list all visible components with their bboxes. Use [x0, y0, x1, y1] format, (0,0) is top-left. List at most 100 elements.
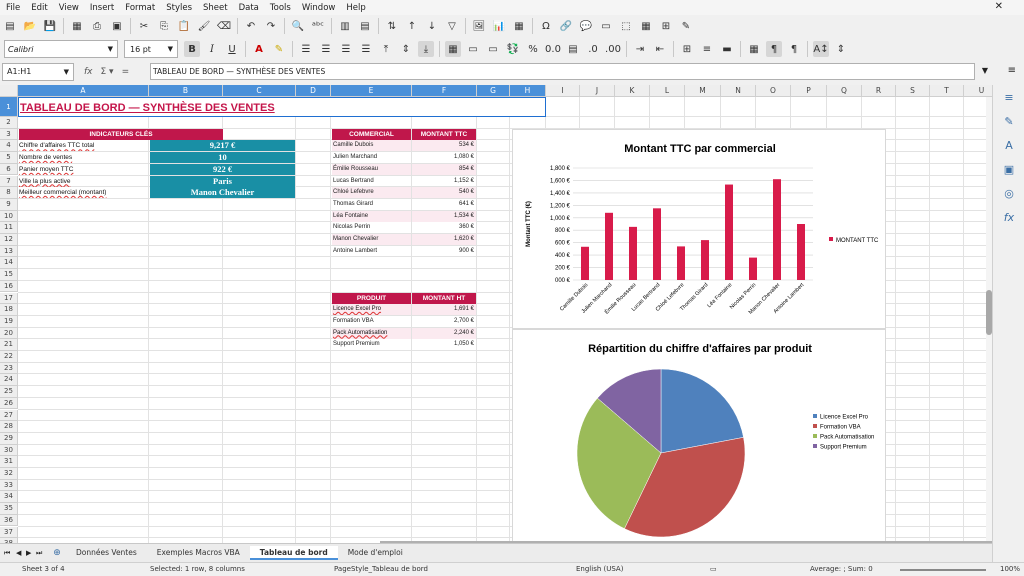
- special-character-icon[interactable]: Ω: [538, 18, 554, 34]
- functions-icon[interactable]: fx: [1001, 211, 1017, 227]
- row-header[interactable]: 8: [0, 187, 18, 199]
- row-header[interactable]: 1: [0, 97, 18, 117]
- commercial-amount[interactable]: 900 €: [412, 246, 476, 257]
- row-header[interactable]: 7: [0, 175, 18, 188]
- properties-icon[interactable]: ✎: [1001, 115, 1017, 131]
- commercial-name[interactable]: Julien Marchand: [332, 152, 411, 163]
- close-icon[interactable]: ✕: [995, 1, 1003, 12]
- commercial-amount[interactable]: 1,152 €: [412, 176, 476, 187]
- column-icon[interactable]: ▤: [357, 18, 373, 34]
- commercial-name[interactable]: Thomas Girard: [332, 199, 411, 210]
- commercial-name[interactable]: Antoine Lambert: [332, 246, 411, 257]
- menu-item[interactable]: Sheet: [203, 3, 228, 13]
- row-header[interactable]: 32: [0, 468, 18, 480]
- row-header[interactable]: 28: [0, 421, 18, 433]
- menu-item[interactable]: Format: [125, 3, 155, 13]
- align-center-icon[interactable]: ☰: [318, 41, 334, 57]
- sheet-tab[interactable]: Tableau de bord: [249, 546, 338, 560]
- commercial-name[interactable]: Léa Fontaine: [332, 210, 411, 222]
- bold-icon[interactable]: B: [184, 41, 200, 57]
- text-direction-icon[interactable]: A↕: [813, 41, 829, 57]
- row-header[interactable]: 14: [0, 257, 18, 270]
- last-sheet-icon[interactable]: ⏭: [36, 549, 48, 558]
- sort-icon[interactable]: ⇅: [384, 18, 400, 34]
- align-right-icon[interactable]: ☰: [338, 41, 354, 57]
- row-header[interactable]: 5: [0, 152, 18, 164]
- row-header[interactable]: 30: [0, 444, 18, 457]
- right-to-left-icon[interactable]: ¶: [786, 41, 802, 57]
- column-header[interactable]: R: [862, 85, 896, 97]
- chart-icon[interactable]: 📊: [491, 18, 507, 34]
- row-header[interactable]: 27: [0, 409, 18, 422]
- bar-chart[interactable]: Montant TTC par commercial 000 € 200 € 400 …: [512, 129, 886, 329]
- kpi-value[interactable]: 9,217 €: [150, 140, 295, 152]
- formula-input[interactable]: TABLEAU DE BORD — SYNTHÈSE DES VENTES: [150, 63, 975, 80]
- row-header[interactable]: 23: [0, 362, 18, 375]
- product-amount[interactable]: 2,700 €: [412, 316, 476, 327]
- column-header[interactable]: N: [721, 85, 756, 97]
- font-color-icon[interactable]: A: [251, 41, 267, 57]
- menu-item[interactable]: Help: [346, 3, 365, 13]
- sheet-tab[interactable]: Mode d'emploi: [338, 546, 413, 560]
- first-sheet-icon[interactable]: ⏮: [4, 549, 16, 558]
- column-header[interactable]: H: [510, 85, 546, 97]
- conditional-format-icon[interactable]: ▦: [746, 41, 762, 57]
- pivot-table-icon[interactable]: ▦: [511, 18, 527, 34]
- row-header[interactable]: 3: [0, 128, 18, 141]
- add-sheet-icon[interactable]: ⊕: [48, 548, 66, 558]
- open-icon[interactable]: 📂: [22, 18, 38, 34]
- row-header[interactable]: 22: [0, 351, 18, 363]
- kpi-label[interactable]: Ville la plus active: [18, 176, 149, 187]
- chevron-down-icon[interactable]: ▼: [64, 68, 69, 76]
- merge-cells-icon[interactable]: ▭: [465, 41, 481, 57]
- commercial-amount[interactable]: 360 €: [412, 222, 476, 233]
- commercial-name[interactable]: Nicolas Perrin: [332, 222, 411, 233]
- sum-icon[interactable]: Σ ▾: [101, 67, 114, 77]
- product-amount[interactable]: 1,691 €: [412, 304, 476, 316]
- column-header[interactable]: C: [223, 85, 296, 97]
- wrap-text-icon[interactable]: ▦: [445, 41, 461, 57]
- product-name[interactable]: Pack Automatisation: [332, 327, 411, 339]
- font-name-field[interactable]: Calibri ▼: [4, 40, 118, 58]
- save-icon[interactable]: 💾: [42, 18, 58, 34]
- headers-footers-icon[interactable]: ▭: [598, 18, 614, 34]
- find-icon[interactable]: 🔍: [290, 18, 306, 34]
- split-window-icon[interactable]: ⊞: [658, 18, 674, 34]
- justify-icon[interactable]: ☰: [358, 41, 374, 57]
- sort-desc-icon[interactable]: ↓: [424, 18, 440, 34]
- language-status[interactable]: English (USA): [576, 565, 623, 573]
- column-header[interactable]: F: [412, 85, 477, 97]
- increase-indent-icon[interactable]: ⇥: [632, 41, 648, 57]
- define-print-area-icon[interactable]: ⬚: [618, 18, 634, 34]
- commercial-amount[interactable]: 641 €: [412, 199, 476, 210]
- redo-icon[interactable]: ↷: [263, 18, 279, 34]
- row-header[interactable]: 15: [0, 269, 18, 281]
- font-size-field[interactable]: 16 pt ▼: [124, 40, 178, 58]
- row-header[interactable]: 17: [0, 292, 18, 305]
- date-format-icon[interactable]: ▤: [565, 41, 581, 57]
- kpi-value[interactable]: Paris: [150, 175, 295, 187]
- row-header[interactable]: 21: [0, 339, 18, 351]
- row-header[interactable]: 25: [0, 386, 18, 398]
- expand-formula-icon[interactable]: ▼: [982, 66, 988, 75]
- undo-icon[interactable]: ↶: [243, 18, 259, 34]
- align-bottom-icon[interactable]: ⤓: [418, 41, 434, 57]
- cut-icon[interactable]: ✂: [136, 18, 152, 34]
- prev-sheet-icon[interactable]: ◀: [16, 549, 26, 557]
- pie-chart[interactable]: Répartition du chiffre d'affaires par pr…: [512, 329, 886, 543]
- row-header[interactable]: 37: [0, 526, 18, 539]
- select-all-corner[interactable]: [0, 85, 18, 97]
- row-header[interactable]: 10: [0, 210, 18, 223]
- function-wizard-icon[interactable]: fx: [84, 67, 93, 77]
- spelling-icon[interactable]: ᵃᵇᶜ: [310, 18, 326, 34]
- commercial-name[interactable]: Manon Chevalier: [332, 234, 411, 245]
- column-header[interactable]: I: [546, 85, 580, 97]
- sum-status[interactable]: Average: ; Sum: 0: [810, 565, 873, 573]
- copy-icon[interactable]: ⎘: [156, 18, 172, 34]
- commercial-name[interactable]: Chloé Lefebvre: [332, 187, 411, 199]
- column-header[interactable]: M: [685, 85, 721, 97]
- chevron-down-icon[interactable]: ▼: [168, 45, 173, 53]
- unmerge-cells-icon[interactable]: ▭: [485, 41, 501, 57]
- freeze-icon[interactable]: ▦: [638, 18, 654, 34]
- menu-item[interactable]: Edit: [31, 3, 47, 13]
